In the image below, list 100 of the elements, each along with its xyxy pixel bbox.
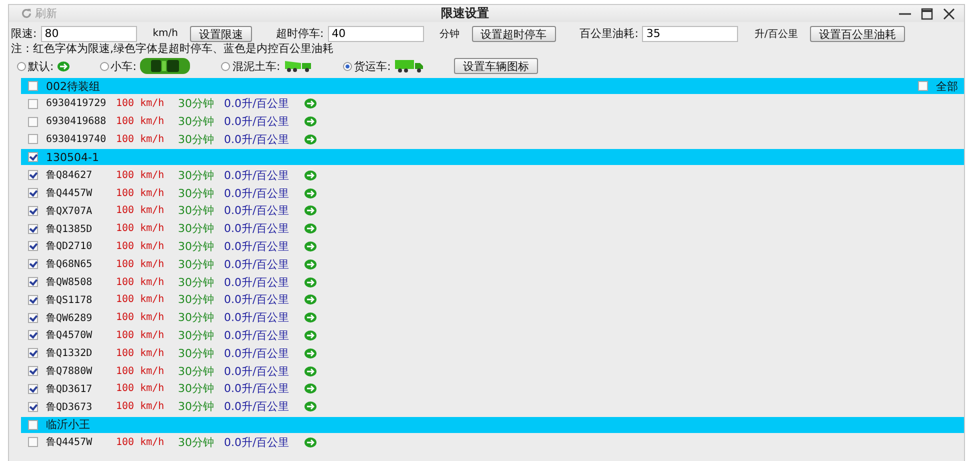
arrow-dot-icon <box>304 366 317 377</box>
fuel-consumption: 0.0升/百公里 <box>224 364 290 379</box>
arrow-dot-icon <box>56 60 70 72</box>
stop-time: 30分钟 <box>178 221 215 236</box>
speed-limit: 100 km/h <box>116 294 166 306</box>
checkbox[interactable] <box>28 312 38 323</box>
radio-label: 默认: <box>28 58 54 74</box>
set-button[interactable]: 设置限速 <box>190 26 252 42</box>
set-button[interactable]: 设置百公里油耗 <box>810 26 905 42</box>
arrow-dot-icon <box>304 348 317 359</box>
checkbox[interactable] <box>28 134 38 144</box>
speed-limit: 100 km/h <box>116 205 166 216</box>
speed-limit: 100 km/h <box>116 240 166 252</box>
checkbox[interactable] <box>28 402 38 412</box>
checkbox[interactable] <box>28 206 38 216</box>
group-name: 002待装组 <box>46 78 101 94</box>
input-field[interactable]: 80 <box>40 26 137 42</box>
stop-time: 30分钟 <box>178 186 215 201</box>
checkbox[interactable] <box>28 384 38 394</box>
plate-number: 鲁Q68N65 <box>46 258 94 272</box>
checkbox[interactable] <box>28 330 38 340</box>
arrow-dot-icon <box>304 170 317 181</box>
stop-time: 30分钟 <box>178 168 215 183</box>
stop-time: 30分钟 <box>178 238 215 254</box>
close-icon[interactable] <box>942 6 956 20</box>
speed-limit: 100 km/h <box>116 188 166 199</box>
checkbox[interactable] <box>28 116 38 127</box>
set-icon-button[interactable]: 设置车辆图标 <box>454 58 538 74</box>
fuel-consumption: 0.0升/百公里 <box>224 221 290 236</box>
arrow-dot-icon <box>304 383 317 394</box>
fuel-consumption: 0.0升/百公里 <box>224 168 290 183</box>
plate-number: 鲁QW6289 <box>46 312 94 325</box>
stop-time: 30分钟 <box>178 364 215 379</box>
setting-label: 限速: <box>11 26 37 41</box>
stop-time: 30分钟 <box>178 96 215 112</box>
checkbox[interactable] <box>28 348 38 358</box>
arrow-dot-icon <box>304 330 317 341</box>
refresh-icon <box>21 8 32 19</box>
truck-icon <box>394 59 424 73</box>
stop-time: 30分钟 <box>178 434 215 450</box>
setting-label: 百公里油耗: <box>580 26 638 41</box>
group-name: 130504-1 <box>46 150 100 164</box>
stop-time: 30分钟 <box>178 310 215 326</box>
set-button[interactable]: 设置超时停车 <box>472 26 556 42</box>
arrow-dot-icon <box>304 240 317 252</box>
checkbox[interactable] <box>28 366 38 376</box>
stop-time: 30分钟 <box>178 346 215 361</box>
speed-limit: 100 km/h <box>116 170 166 181</box>
group-header[interactable]: 130504-1 <box>21 149 964 166</box>
fuel-consumption: 0.0升/百公里 <box>224 399 290 414</box>
checkbox[interactable] <box>28 170 38 180</box>
arrow-dot-icon <box>304 98 317 110</box>
fuel-consumption: 0.0升/百公里 <box>224 186 290 201</box>
checkbox[interactable] <box>28 152 38 162</box>
radio-button[interactable] <box>221 62 230 70</box>
plate-number: 鲁Q7880W <box>46 365 94 378</box>
arrow-dot-icon <box>304 223 317 234</box>
arrow-dot-icon <box>304 134 317 145</box>
checkbox[interactable] <box>28 420 38 430</box>
checkbox[interactable] <box>28 98 38 109</box>
checkbox[interactable] <box>28 224 38 234</box>
speed-limit: 100 km/h <box>116 116 166 128</box>
radio-button[interactable] <box>343 62 352 70</box>
checkbox[interactable] <box>28 437 38 448</box>
fuel-consumption: 0.0升/百公里 <box>224 238 290 254</box>
fuel-consumption: 0.0升/百公里 <box>224 292 290 308</box>
fuel-consumption: 0.0升/百公里 <box>224 346 290 361</box>
fuel-consumption: 0.0升/百公里 <box>224 132 290 147</box>
plate-number: 鲁Q84627 <box>46 169 94 182</box>
speed-limit: 100 km/h <box>116 348 166 359</box>
checkbox[interactable] <box>28 81 38 91</box>
radio-button[interactable] <box>17 62 26 70</box>
stop-time: 30分钟 <box>178 114 215 130</box>
arrow-dot-icon <box>304 258 317 270</box>
fuel-consumption: 0.0升/百公里 <box>224 434 290 450</box>
input-field[interactable]: 40 <box>328 26 424 42</box>
speed-limit: 100 km/h <box>116 312 166 324</box>
unit-label: 分钟 <box>440 28 460 40</box>
arrow-dot-icon <box>304 116 317 128</box>
plate-number: 6930419729 <box>46 98 108 110</box>
checkbox[interactable] <box>28 241 38 252</box>
maximize-icon[interactable] <box>920 6 934 20</box>
input-field[interactable]: 35 <box>642 26 738 42</box>
radio-button[interactable] <box>100 62 109 70</box>
checkbox[interactable] <box>28 294 38 305</box>
radio-label: 混泥土车: <box>232 58 280 74</box>
checkbox[interactable] <box>28 188 38 198</box>
fuel-consumption: 0.0升/百公里 <box>224 114 290 130</box>
plate-number: 鲁QS1178 <box>46 294 94 307</box>
checkbox[interactable] <box>28 259 38 270</box>
speed-limit: 100 km/h <box>116 366 166 377</box>
group-header[interactable]: 002待装组 全部 <box>21 78 964 94</box>
checkbox[interactable] <box>28 277 38 288</box>
plate-number: 6930419740 <box>46 134 108 145</box>
group-header[interactable]: 临沂小王 <box>21 416 964 433</box>
stop-time: 30分钟 <box>178 132 215 147</box>
checkbox[interactable] <box>918 81 928 91</box>
plate-number: 鲁QX707A <box>46 204 94 218</box>
plate-number: 鲁Q1332D <box>46 347 94 360</box>
speed-limit: 100 km/h <box>116 98 166 110</box>
